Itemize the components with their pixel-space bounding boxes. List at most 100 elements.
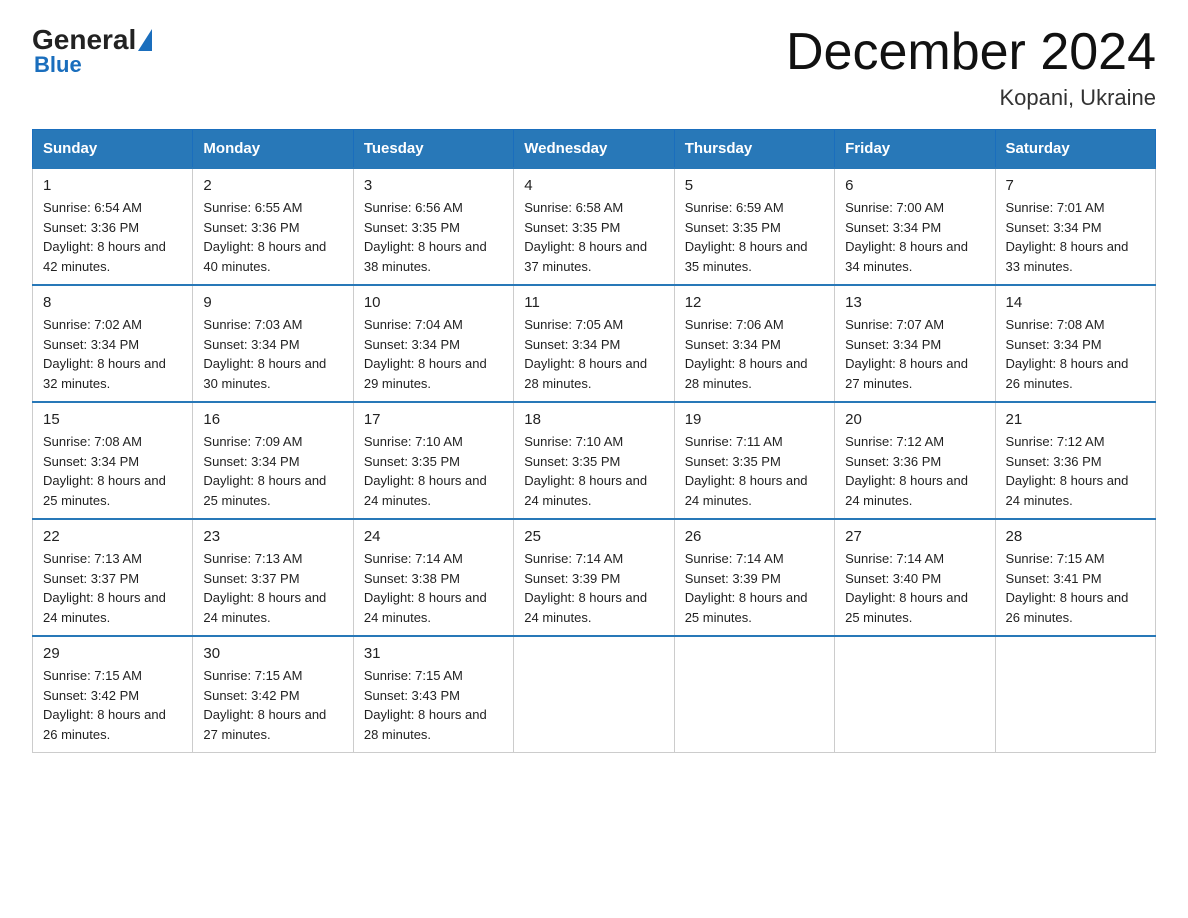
calendar-cell: 4 Sunrise: 6:58 AMSunset: 3:35 PMDaylight… — [514, 168, 674, 285]
header-cell-monday: Monday — [193, 130, 353, 169]
header-cell-friday: Friday — [835, 130, 995, 169]
day-info: Sunrise: 6:59 AMSunset: 3:35 PMDaylight:… — [685, 198, 824, 276]
day-number: 1 — [43, 177, 182, 194]
day-number: 4 — [524, 177, 663, 194]
day-info: Sunrise: 7:12 AMSunset: 3:36 PMDaylight:… — [845, 432, 984, 510]
calendar-cell: 30 Sunrise: 7:15 AMSunset: 3:42 PMDayligh… — [193, 636, 353, 753]
day-number: 6 — [845, 177, 984, 194]
day-number: 30 — [203, 645, 342, 662]
day-number: 8 — [43, 294, 182, 311]
calendar-cell — [835, 636, 995, 753]
day-info: Sunrise: 7:10 AMSunset: 3:35 PMDaylight:… — [524, 432, 663, 510]
header-row: SundayMondayTuesdayWednesdayThursdayFrid… — [33, 130, 1156, 169]
day-number: 16 — [203, 411, 342, 428]
day-number: 11 — [524, 294, 663, 311]
calendar-cell: 12 Sunrise: 7:06 AMSunset: 3:34 PMDayligh… — [674, 285, 834, 402]
calendar-cell: 17 Sunrise: 7:10 AMSunset: 3:35 PMDayligh… — [353, 402, 513, 519]
day-info: Sunrise: 7:13 AMSunset: 3:37 PMDaylight:… — [203, 549, 342, 627]
calendar-cell: 22Sunrise: 7:13 AMSunset: 3:37 PMDayligh… — [33, 519, 193, 636]
calendar-cell: 8 Sunrise: 7:02 AMSunset: 3:34 PMDaylight… — [33, 285, 193, 402]
calendar-cell: 28 Sunrise: 7:15 AMSunset: 3:41 PMDayligh… — [995, 519, 1155, 636]
day-info: Sunrise: 7:10 AMSunset: 3:35 PMDaylight:… — [364, 432, 503, 510]
day-number: 7 — [1006, 177, 1145, 194]
day-number: 21 — [1006, 411, 1145, 428]
day-info: Sunrise: 7:04 AMSunset: 3:34 PMDaylight:… — [364, 315, 503, 393]
day-info: Sunrise: 7:15 AMSunset: 3:42 PMDaylight:… — [203, 666, 342, 744]
calendar-cell: 27Sunrise: 7:14 AMSunset: 3:40 PMDayligh… — [835, 519, 995, 636]
day-info: Sunrise: 7:07 AMSunset: 3:34 PMDaylight:… — [845, 315, 984, 393]
day-info: Sunrise: 7:09 AMSunset: 3:34 PMDaylight:… — [203, 432, 342, 510]
calendar-week-5: 29 Sunrise: 7:15 AMSunset: 3:42 PMDayligh… — [33, 636, 1156, 753]
calendar-cell: 21 Sunrise: 7:12 AMSunset: 3:36 PMDayligh… — [995, 402, 1155, 519]
day-number: 26 — [685, 528, 824, 545]
day-number: 29 — [43, 645, 182, 662]
day-number: 20 — [845, 411, 984, 428]
day-info: Sunrise: 6:58 AMSunset: 3:35 PMDaylight:… — [524, 198, 663, 276]
day-number: 17 — [364, 411, 503, 428]
page-title: December 2024 — [786, 24, 1156, 81]
logo-triangle-icon — [138, 29, 152, 51]
day-number: 31 — [364, 645, 503, 662]
day-info: Sunrise: 7:11 AMSunset: 3:35 PMDaylight:… — [685, 432, 824, 510]
calendar-cell: 14Sunrise: 7:08 AMSunset: 3:34 PMDayligh… — [995, 285, 1155, 402]
day-number: 5 — [685, 177, 824, 194]
header-cell-saturday: Saturday — [995, 130, 1155, 169]
day-number: 10 — [364, 294, 503, 311]
day-info: Sunrise: 7:02 AMSunset: 3:34 PMDaylight:… — [43, 315, 182, 393]
day-info: Sunrise: 7:00 AMSunset: 3:34 PMDaylight:… — [845, 198, 984, 276]
calendar-cell: 19 Sunrise: 7:11 AMSunset: 3:35 PMDayligh… — [674, 402, 834, 519]
day-info: Sunrise: 7:05 AMSunset: 3:34 PMDaylight:… — [524, 315, 663, 393]
day-number: 19 — [685, 411, 824, 428]
logo: General Blue — [32, 24, 152, 78]
calendar-cell: 3 Sunrise: 6:56 AMSunset: 3:35 PMDaylight… — [353, 168, 513, 285]
day-number: 12 — [685, 294, 824, 311]
calendar-cell: 15Sunrise: 7:08 AMSunset: 3:34 PMDayligh… — [33, 402, 193, 519]
day-number: 9 — [203, 294, 342, 311]
calendar-cell: 16 Sunrise: 7:09 AMSunset: 3:34 PMDayligh… — [193, 402, 353, 519]
day-number: 28 — [1006, 528, 1145, 545]
day-number: 22 — [43, 528, 182, 545]
day-number: 23 — [203, 528, 342, 545]
header-cell-tuesday: Tuesday — [353, 130, 513, 169]
day-info: Sunrise: 7:12 AMSunset: 3:36 PMDaylight:… — [1006, 432, 1145, 510]
day-number: 27 — [845, 528, 984, 545]
day-info: Sunrise: 7:15 AMSunset: 3:43 PMDaylight:… — [364, 666, 503, 744]
calendar-cell: 11 Sunrise: 7:05 AMSunset: 3:34 PMDayligh… — [514, 285, 674, 402]
day-info: Sunrise: 6:56 AMSunset: 3:35 PMDaylight:… — [364, 198, 503, 276]
calendar-cell: 1 Sunrise: 6:54 AMSunset: 3:36 PMDaylight… — [33, 168, 193, 285]
day-info: Sunrise: 7:08 AMSunset: 3:34 PMDaylight:… — [1006, 315, 1145, 393]
day-info: Sunrise: 7:15 AMSunset: 3:42 PMDaylight:… — [43, 666, 182, 744]
calendar-cell: 9 Sunrise: 7:03 AMSunset: 3:34 PMDaylight… — [193, 285, 353, 402]
title-area: December 2024 Kopani, Ukraine — [786, 24, 1156, 111]
day-info: Sunrise: 6:54 AMSunset: 3:36 PMDaylight:… — [43, 198, 182, 276]
header-cell-wednesday: Wednesday — [514, 130, 674, 169]
calendar-cell — [674, 636, 834, 753]
calendar-week-1: 1 Sunrise: 6:54 AMSunset: 3:36 PMDaylight… — [33, 168, 1156, 285]
calendar-cell: 26Sunrise: 7:14 AMSunset: 3:39 PMDayligh… — [674, 519, 834, 636]
calendar-cell: 5 Sunrise: 6:59 AMSunset: 3:35 PMDaylight… — [674, 168, 834, 285]
day-number: 2 — [203, 177, 342, 194]
calendar-table: SundayMondayTuesdayWednesdayThursdayFrid… — [32, 129, 1156, 753]
day-number: 3 — [364, 177, 503, 194]
header-cell-thursday: Thursday — [674, 130, 834, 169]
calendar-cell: 25Sunrise: 7:14 AMSunset: 3:39 PMDayligh… — [514, 519, 674, 636]
page-header: General Blue December 2024 Kopani, Ukrai… — [32, 24, 1156, 111]
day-info: Sunrise: 7:08 AMSunset: 3:34 PMDaylight:… — [43, 432, 182, 510]
day-info: Sunrise: 7:15 AMSunset: 3:41 PMDaylight:… — [1006, 549, 1145, 627]
page-subtitle: Kopani, Ukraine — [786, 85, 1156, 111]
calendar-cell — [514, 636, 674, 753]
day-number: 25 — [524, 528, 663, 545]
header-cell-sunday: Sunday — [33, 130, 193, 169]
calendar-cell: 13Sunrise: 7:07 AMSunset: 3:34 PMDayligh… — [835, 285, 995, 402]
calendar-cell: 31 Sunrise: 7:15 AMSunset: 3:43 PMDayligh… — [353, 636, 513, 753]
logo-blue-text: Blue — [34, 52, 82, 78]
day-info: Sunrise: 7:14 AMSunset: 3:38 PMDaylight:… — [364, 549, 503, 627]
calendar-cell: 20 Sunrise: 7:12 AMSunset: 3:36 PMDayligh… — [835, 402, 995, 519]
day-info: Sunrise: 7:06 AMSunset: 3:34 PMDaylight:… — [685, 315, 824, 393]
calendar-week-4: 22 Sunrise: 7:13 AMSunset: 3:37 PMDayligh… — [33, 519, 1156, 636]
day-info: Sunrise: 6:55 AMSunset: 3:36 PMDaylight:… — [203, 198, 342, 276]
day-info: Sunrise: 7:03 AMSunset: 3:34 PMDaylight:… — [203, 315, 342, 393]
day-number: 18 — [524, 411, 663, 428]
calendar-cell: 10 Sunrise: 7:04 AMSunset: 3:34 PMDayligh… — [353, 285, 513, 402]
calendar-cell: 2 Sunrise: 6:55 AMSunset: 3:36 PMDaylight… — [193, 168, 353, 285]
